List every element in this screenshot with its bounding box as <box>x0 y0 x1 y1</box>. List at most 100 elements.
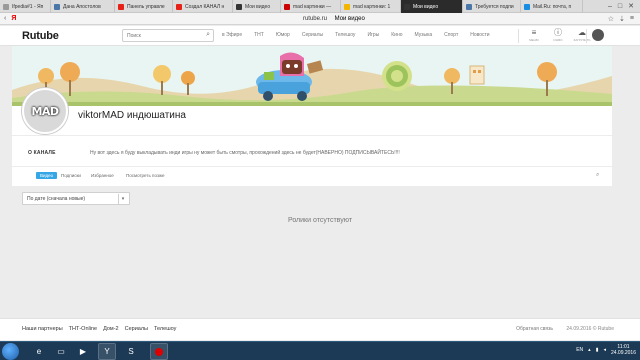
header-icon-label: МЕНЮ <box>529 38 539 42</box>
volume-icon[interactable]: ◂ <box>603 347 606 353</box>
header-icon-label: ИНФО <box>553 38 563 42</box>
info-button[interactable]: ⓘ ИНФО <box>550 27 566 44</box>
tab-label: Требуется подпи <box>475 3 514 10</box>
clock-date: 24.09.2016 <box>610 350 636 356</box>
tray-arrow-icon[interactable]: ▴ <box>588 347 591 353</box>
about-label: О КАНАЛЕ <box>28 150 56 156</box>
url-field[interactable]: rutube.ru Мои видео <box>60 16 608 22</box>
menu-button[interactable]: ≡ МЕНЮ <box>526 27 542 44</box>
feedback-link[interactable]: Обратная связь <box>516 326 553 332</box>
browser-tab[interactable]: Создал КАНАЛ н <box>173 0 233 13</box>
search-input[interactable] <box>123 30 201 41</box>
tab-label: Панель управле <box>127 3 165 10</box>
menu-icon: ≡ <box>531 28 537 37</box>
tab-label: Создал КАНАЛ н <box>185 3 225 10</box>
tab-favicon-icon <box>404 3 410 10</box>
url-title: Мои видео <box>334 15 365 22</box>
channel-tab[interactable]: Посмотреть позже <box>126 173 165 178</box>
divider <box>586 29 587 43</box>
footer-link[interactable]: Сериалы <box>125 326 148 332</box>
nav-link[interactable]: ТНТ <box>254 32 264 38</box>
footer-link[interactable]: Дом-2 <box>103 326 119 332</box>
search-icon[interactable]: ⌕ <box>206 31 210 39</box>
chevron-down-icon: ▾ <box>118 194 127 204</box>
banner-illustration <box>12 46 612 106</box>
clock[interactable]: 11:01 24.09.2016 <box>611 344 636 356</box>
maximize-icon[interactable]: □ <box>618 3 622 10</box>
browser-tab[interactable]: mad картинки — <box>281 0 341 13</box>
empty-message: Ролики отсутствуют <box>287 217 353 224</box>
tab-label: mad картинки — <box>293 3 332 10</box>
browser-tab[interactable]: Дана Апостолов <box>51 0 115 13</box>
tab-favicon-icon <box>176 3 182 10</box>
sort-selected: По дате (сначала новые) <box>27 196 86 202</box>
channel-tab[interactable]: Подписки <box>61 173 81 178</box>
browser-tab[interactable]: mad картинки: 1 <box>341 0 401 13</box>
divider <box>518 29 519 43</box>
browser-tab[interactable]: Mail.Ru: почта, п <box>521 0 583 13</box>
start-button[interactable] <box>2 343 19 360</box>
browser-tab[interactable]: Ifpedia#1 - Яп <box>0 0 51 13</box>
browser-tab[interactable]: Мои видео <box>233 0 281 13</box>
language-indicator[interactable]: EN <box>576 347 583 353</box>
upload-icon: ☁ <box>578 28 586 37</box>
header-icon-label: ЗАГРУЗИТЬ <box>573 38 591 42</box>
address-bar: ‹ Я rutube.ru Мои видео ☆ ⇣ ≡ <box>0 13 640 25</box>
browser-menu-icon[interactable]: ≡ <box>630 15 634 23</box>
close-icon[interactable]: ✕ <box>628 2 634 10</box>
nav-link[interactable]: Новости <box>470 32 489 38</box>
window-controls: – □ ✕ <box>608 0 640 12</box>
site-footer: Наши партнеры ТНТ-Online Дом-2 Сериалы Телеш… <box>0 318 640 340</box>
ie-icon[interactable]: e <box>30 343 48 360</box>
browser-tab[interactable]: Требуется подпи <box>463 0 521 13</box>
footer-link[interactable]: Телешоу <box>154 326 176 332</box>
nav-link[interactable]: Игры <box>367 32 379 38</box>
skype-icon[interactable]: S <box>122 343 140 360</box>
search-box: ⌕ <box>122 29 214 42</box>
download-icon[interactable]: ⇣ <box>619 15 625 23</box>
rutube-logo[interactable]: Rutube <box>22 30 59 42</box>
url-domain: rutube.ru <box>302 15 327 22</box>
tab-favicon-icon <box>236 3 242 10</box>
bookmark-icon[interactable]: ☆ <box>608 15 614 23</box>
nav-link[interactable]: Телешоу <box>335 32 355 38</box>
tab-favicon-icon <box>344 3 350 10</box>
upload-button[interactable]: ☁ ЗАГРУЗИТЬ <box>573 27 591 44</box>
nav-link[interactable]: Кино <box>391 32 402 38</box>
tab-favicon-icon <box>466 3 472 10</box>
channel-tab[interactable]: Видео <box>36 172 58 179</box>
nav-link[interactable]: Сериалы <box>302 32 323 38</box>
tab-favicon-icon <box>284 3 290 10</box>
footer-link[interactable]: ТНТ-Online <box>69 326 97 332</box>
nav-link[interactable]: Юмор <box>276 32 290 38</box>
yandex-browser-icon[interactable]: Y <box>98 343 116 360</box>
network-icon[interactable]: ▮ <box>596 347 599 353</box>
avatar-logo-text: MAD <box>31 104 59 118</box>
tab-label: mad картинки: 1 <box>353 3 391 10</box>
minimize-icon[interactable]: – <box>608 3 612 10</box>
user-avatar[interactable] <box>592 29 604 41</box>
channel-search-icon[interactable]: ⌕ <box>596 172 599 179</box>
media-player-icon[interactable]: ▶ <box>74 343 92 360</box>
nav-link[interactable]: в Эфире <box>222 32 242 38</box>
back-icon[interactable]: ‹ <box>4 15 6 22</box>
explorer-icon[interactable]: ▭ <box>52 343 70 360</box>
system-tray: EN ▴ ▮ ◂ 11:01 24.09.2016 <box>576 344 636 356</box>
channel-avatar[interactable]: MAD <box>22 88 68 134</box>
about-text: Ну вот здесь я буду выкладывать инди игр… <box>90 150 400 156</box>
channel-tab[interactable]: Избранное <box>91 173 114 178</box>
footer-link[interactable]: Наши партнеры <box>22 326 63 332</box>
nav-link[interactable]: Музыка <box>414 32 432 38</box>
tab-label: Mail.Ru: почта, п <box>533 3 572 10</box>
site-header: Rutube ⌕ в Эфире ТНТ Юмор Сериалы Телешоу Игр… <box>0 26 640 46</box>
sort-dropdown[interactable]: По дате (сначала новые) ▾ <box>22 192 130 205</box>
browser-logo-icon[interactable]: Я <box>11 15 16 22</box>
browser-tab[interactable]: Панель управле <box>115 0 173 13</box>
nav-link[interactable]: Спорт <box>444 32 458 38</box>
header-icons: ≡ МЕНЮ ⓘ ИНФО ☁ ЗАГРУЗИТЬ <box>526 27 590 44</box>
browser-tab[interactable]: Мои видео <box>401 0 463 13</box>
recorder-icon[interactable] <box>150 343 168 360</box>
tab-favicon-icon <box>54 3 60 10</box>
top-navigation: в Эфире ТНТ Юмор Сериалы Телешоу Игры Кино Музы… <box>222 32 502 38</box>
browser-tabstrip: Ifpedia#1 - Яп Дана Апостолов Панель управ… <box>0 0 640 13</box>
